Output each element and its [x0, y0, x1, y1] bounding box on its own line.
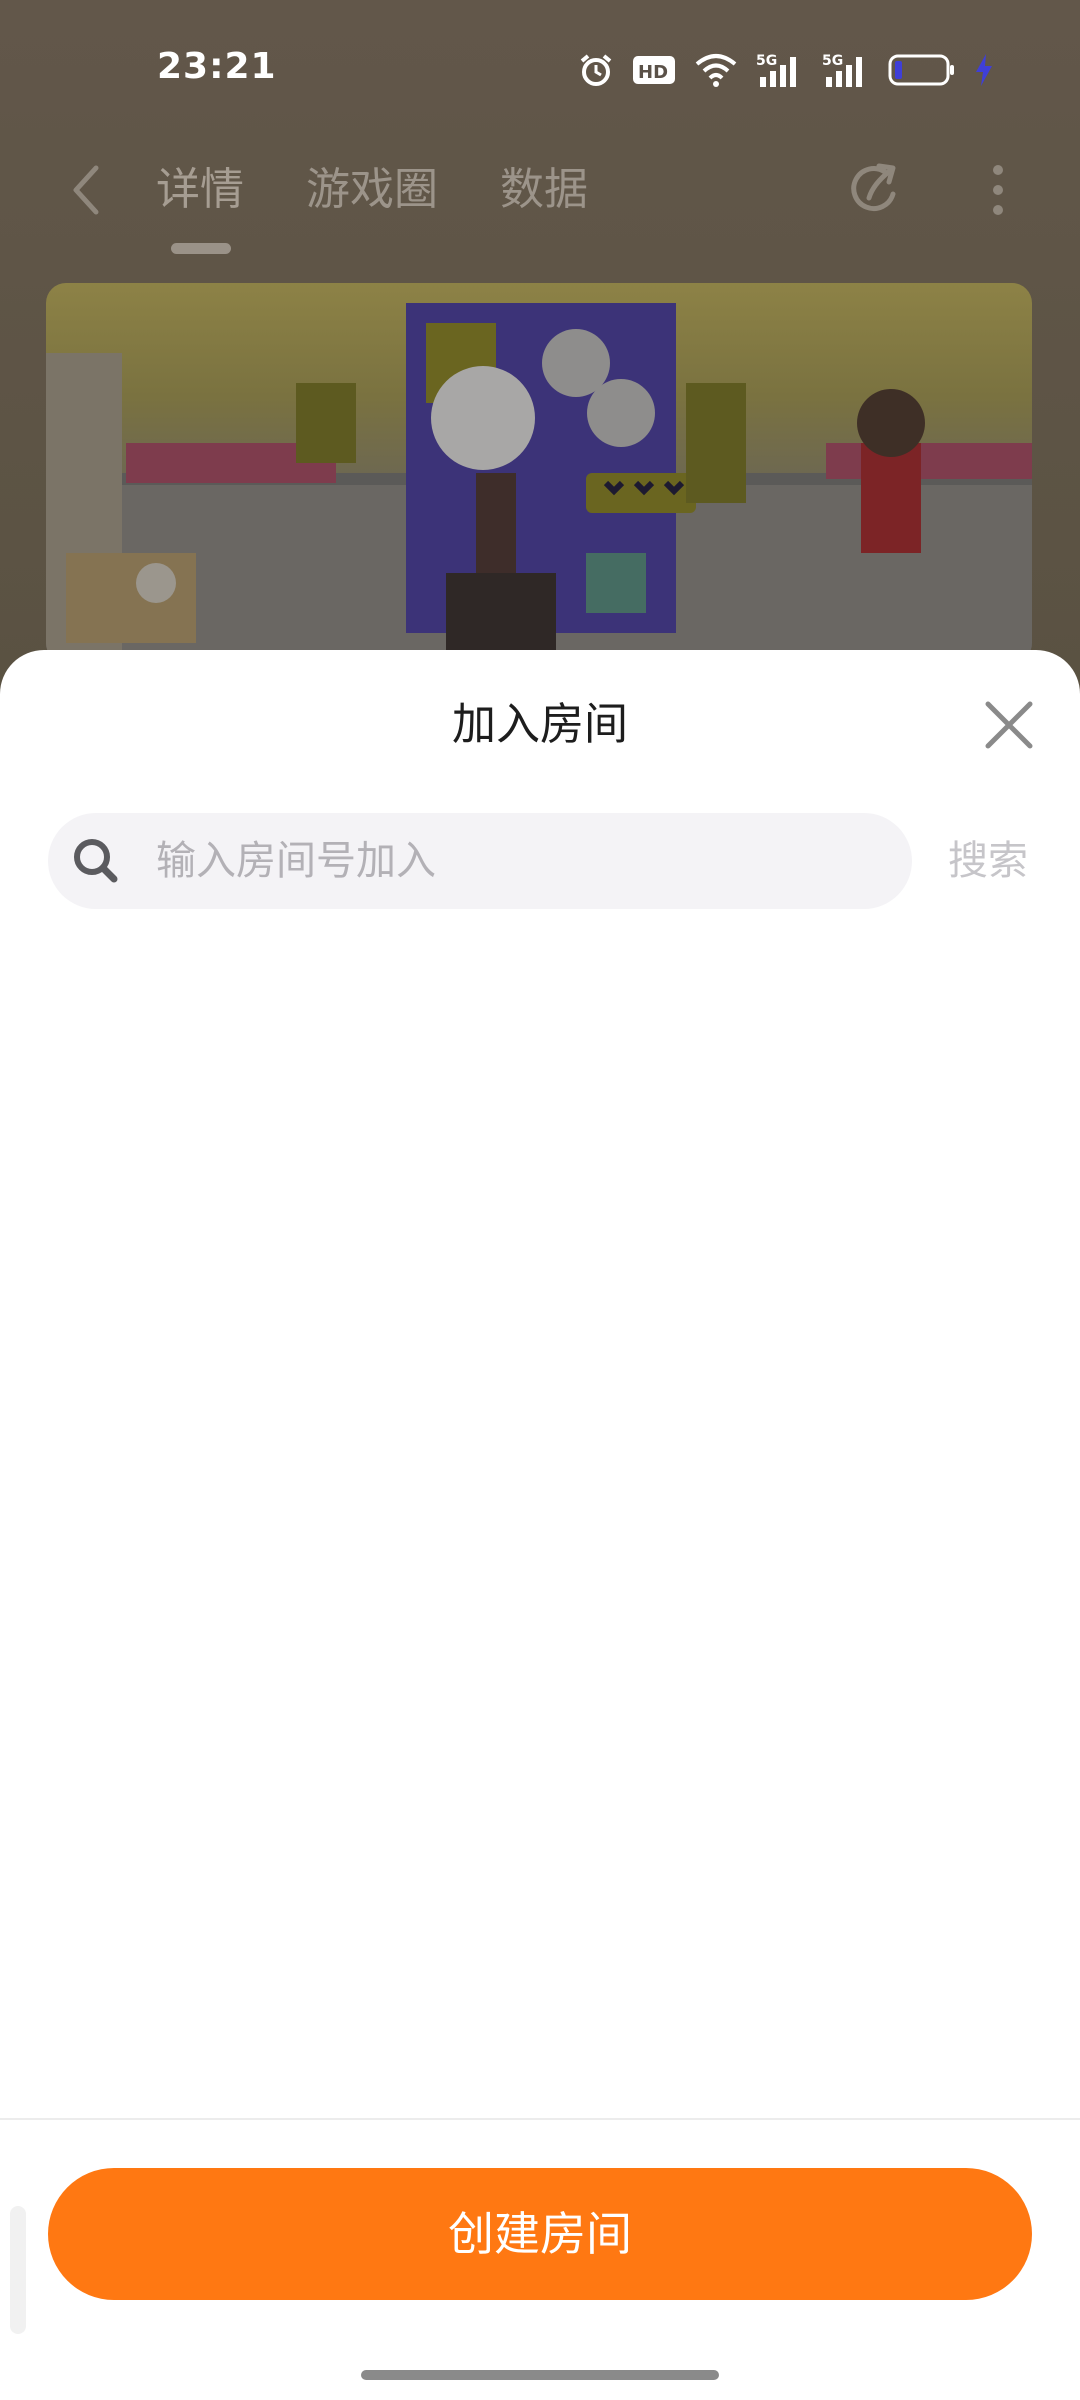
svg-text:HD: HD — [638, 62, 668, 83]
status-icons: HD 5G 5G — [578, 50, 994, 90]
tab-game-circle[interactable]: 游戏圈 — [306, 160, 438, 220]
close-icon[interactable] — [980, 696, 1038, 754]
search-button[interactable]: 搜索 — [948, 828, 1028, 894]
divider — [0, 2118, 1080, 2120]
search-box[interactable] — [48, 813, 912, 909]
share-icon[interactable] — [845, 158, 909, 222]
back-icon[interactable] — [64, 160, 108, 220]
create-room-button[interactable]: 创建房间 — [48, 2168, 1032, 2300]
status-bar: 23:21 HD 5G 5G — [0, 0, 1080, 140]
alarm-icon — [580, 54, 612, 86]
search-icon — [74, 839, 118, 883]
edge-handle — [10, 2206, 26, 2334]
nav-bar: 详情 游戏圈 数据 — [0, 140, 1080, 270]
tab-details[interactable]: 详情 — [156, 160, 244, 220]
charging-icon — [976, 54, 992, 86]
status-time: 23:21 — [157, 46, 277, 87]
hd-icon: HD — [633, 56, 675, 84]
game-banner-image — [46, 283, 1032, 663]
wifi-icon — [695, 54, 737, 87]
signal-5g-icon: 5G — [822, 53, 862, 87]
page: 23:21 HD 5G 5G 详情 游戏圈 数据 加入房间 输入房间号加入 搜索… — [0, 0, 1080, 2400]
signal-5g-icon: 5G — [756, 53, 796, 87]
battery-icon — [888, 54, 954, 86]
join-room-sheet: 加入房间 搜索 创建房间 — [0, 650, 1080, 2400]
game-scene-illustration — [46, 303, 1032, 663]
home-indicator[interactable] — [361, 2370, 719, 2380]
more-icon[interactable] — [981, 160, 1015, 220]
tab-data[interactable]: 数据 — [500, 160, 588, 220]
sheet-title: 加入房间 — [452, 699, 628, 750]
network-label: 5G — [822, 53, 843, 69]
network-label: 5G — [756, 53, 777, 69]
tab-indicator — [171, 243, 231, 254]
room-number-input[interactable] — [156, 813, 876, 909]
